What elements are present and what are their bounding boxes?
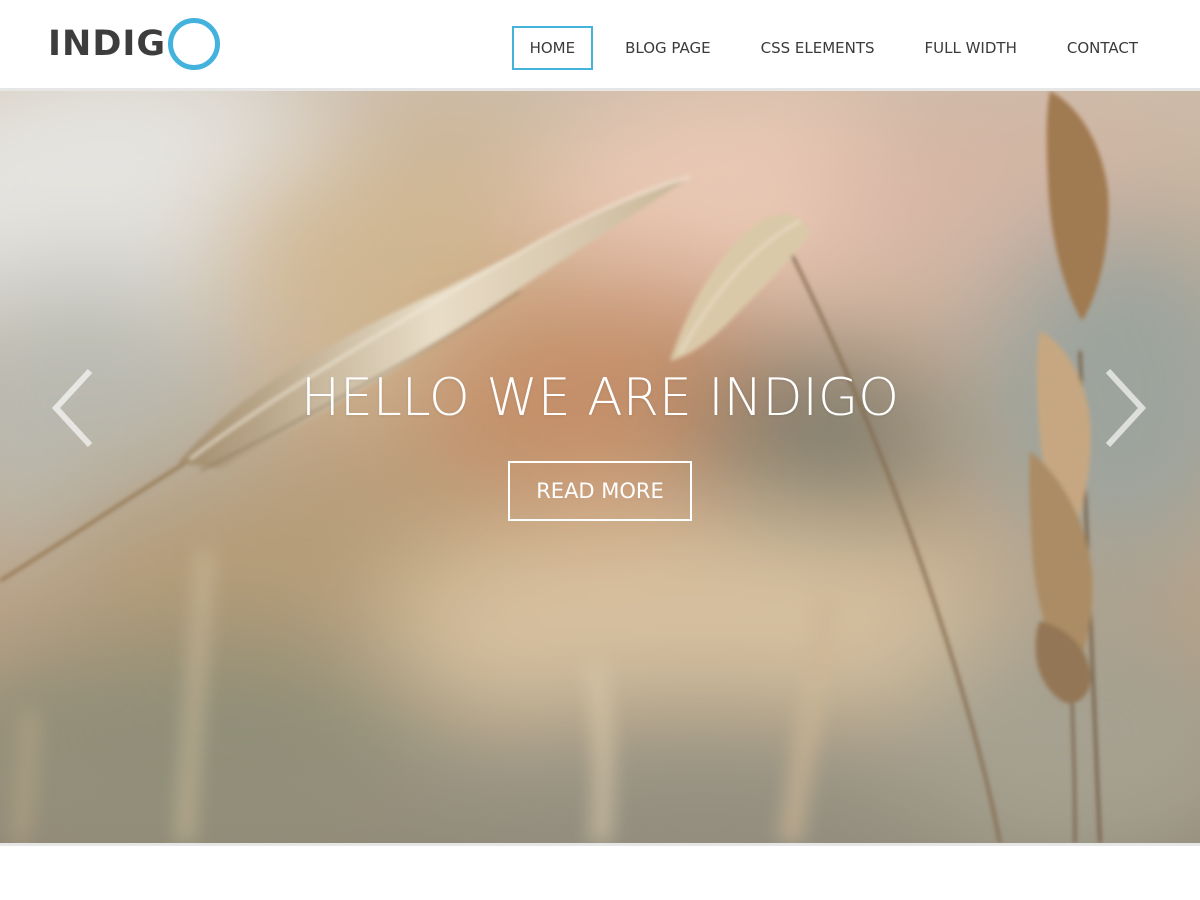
- nav-item-contact[interactable]: CONTACT: [1049, 26, 1156, 70]
- nav-item-css-elements[interactable]: CSS ELEMENTS: [743, 26, 893, 70]
- hero-slider: HELLO WE ARE INDIGO READ MORE: [0, 88, 1200, 846]
- site-header: INDIG HOME BLOG PAGE CSS ELEMENTS FULL W…: [0, 0, 1200, 88]
- hero-title: HELLO WE ARE INDIGO: [300, 368, 900, 428]
- logo-ring-icon: [168, 18, 221, 70]
- logo-text: INDIG: [48, 23, 167, 64]
- nav-item-blog-page[interactable]: BLOG PAGE: [607, 26, 729, 70]
- main-nav: HOME BLOG PAGE CSS ELEMENTS FULL WIDTH C…: [498, 26, 1156, 70]
- read-more-button[interactable]: READ MORE: [508, 461, 692, 521]
- site-logo[interactable]: INDIG: [48, 14, 221, 74]
- nav-item-full-width[interactable]: FULL WIDTH: [907, 26, 1035, 70]
- nav-item-home[interactable]: HOME: [511, 26, 594, 70]
